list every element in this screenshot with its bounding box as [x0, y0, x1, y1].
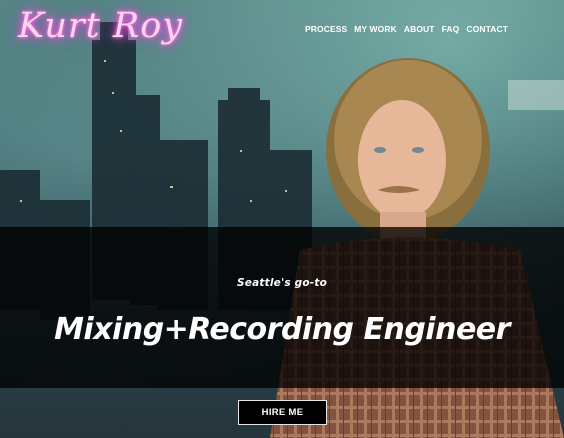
nav-link-faq[interactable]: FAQ — [442, 24, 460, 34]
nav-link-contact[interactable]: CONTACT — [466, 24, 508, 34]
nav-link-about[interactable]: ABOUT — [404, 24, 435, 34]
hero-tagline: Seattle's go-to — [237, 277, 327, 289]
hero-headline: Mixing+Recording Engineer — [54, 312, 510, 347]
nav-link-process[interactable]: PROCESS — [305, 24, 347, 34]
site-logo[interactable]: Kurt Roy — [18, 6, 183, 46]
main-nav: PROCESS MY WORK ABOUT FAQ CONTACT — [305, 24, 508, 34]
hire-me-button[interactable]: HIRE ME — [238, 400, 327, 425]
nav-link-my-work[interactable]: MY WORK — [354, 24, 397, 34]
hero-text-band — [0, 227, 564, 388]
